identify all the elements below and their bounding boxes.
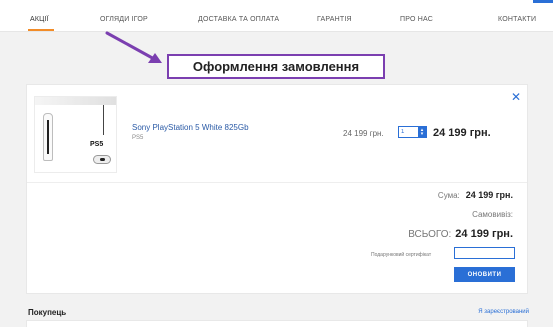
spinner-icon[interactable]: ▴ ▾ (418, 127, 426, 137)
total-value: 24 199 грн. (455, 228, 513, 240)
sum-value: 24 199 грн. (465, 190, 513, 200)
product-box-top (35, 97, 116, 105)
pickup-row: Самовивіз: (472, 210, 513, 219)
total-label: ВСЬОГО: (408, 229, 452, 240)
sum-row: Сума: 24 199 грн. (438, 190, 513, 200)
nav-item-sales[interactable]: Акції (30, 16, 49, 23)
main-nav: Акції Огляди ігор Доставка та оплата Гар… (0, 6, 553, 32)
nav-item-about[interactable]: Про нас (400, 16, 433, 23)
close-icon[interactable]: ✕ (511, 90, 521, 104)
nav-item-contacts[interactable]: Контакти (498, 16, 536, 23)
nav-item-reviews[interactable]: Огляди ігор (100, 16, 148, 23)
ps5-logo: PS5 (90, 141, 104, 148)
divider (27, 182, 527, 183)
gift-certificate-input[interactable] (454, 247, 515, 259)
unit-price: 24 199 грн. (343, 129, 384, 138)
page-title: Оформлення замовлення (192, 59, 360, 74)
pickup-label: Самовивіз: (472, 210, 513, 219)
nav-item-delivery[interactable]: Доставка та оплата (198, 16, 279, 23)
nav-active-underline (28, 29, 54, 31)
cart-panel: ✕ PS5 Sony PlayStation 5 White 825Gb PS5… (26, 84, 528, 294)
gamepad-shape (93, 155, 111, 164)
product-name-link[interactable]: Sony PlayStation 5 White 825Gb (132, 123, 249, 132)
cable-shape (103, 105, 104, 135)
gift-certificate-label: Подарунковий сертифікат (371, 252, 432, 258)
console-shape (43, 113, 53, 161)
product-image[interactable]: PS5 (34, 96, 117, 173)
total-row: ВСЬОГО: 24 199 грн. (408, 228, 513, 240)
registered-link[interactable]: Я зареєстрований (478, 309, 529, 315)
product-sku: PS5 (132, 135, 144, 141)
buyer-heading: Покупець (28, 308, 67, 317)
nav-item-warranty[interactable]: Гарантія (317, 16, 352, 23)
buyer-panel (26, 320, 528, 327)
line-total: 24 199 грн. (433, 127, 491, 139)
top-accent (533, 0, 553, 3)
quantity-input[interactable] (399, 127, 418, 137)
quantity-stepper[interactable]: ▴▾ (398, 126, 427, 138)
sum-label: Сума: (437, 191, 460, 200)
order-title-box: Оформлення замовлення (167, 54, 385, 79)
update-button[interactable]: ОНОВИТИ (454, 267, 515, 282)
arrow-annotation-icon (105, 31, 162, 63)
